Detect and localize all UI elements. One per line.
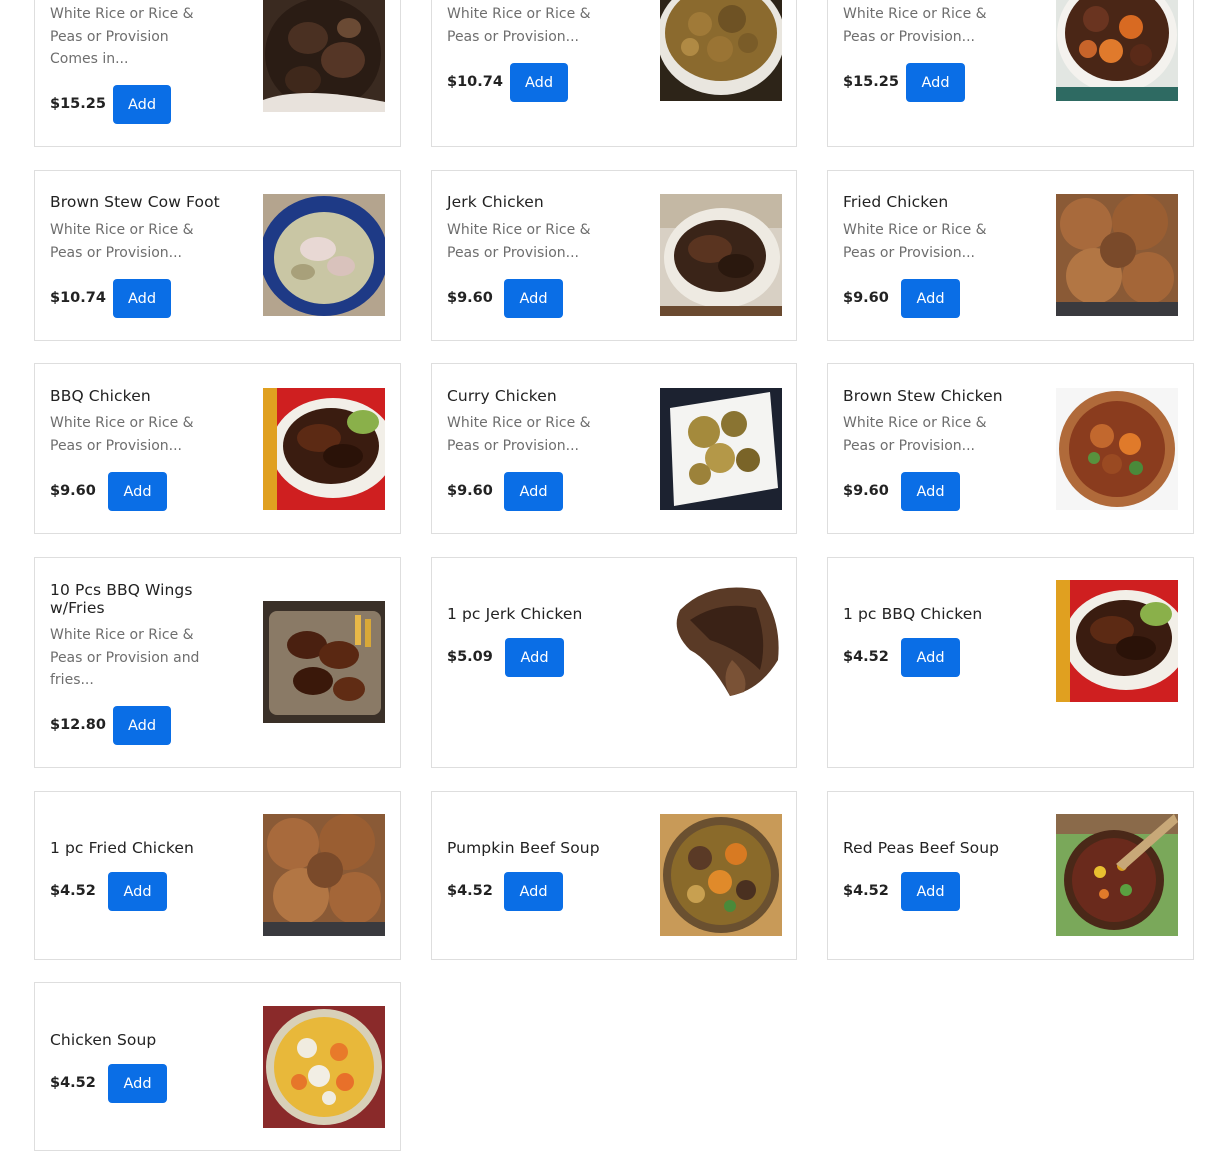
item-description: White Rice or Rice & Peas or Provision..… xyxy=(447,415,591,454)
item-name: Red Peas Beef Soup xyxy=(843,839,1000,857)
menu-item-card[interactable]: 1 pc Fried Chicken $4.52 Add xyxy=(34,791,401,960)
item-name: 1 pc Jerk Chicken xyxy=(447,605,583,623)
add-button[interactable]: Add xyxy=(901,472,960,511)
item-description: White Rice or Rice & Peas or Provision..… xyxy=(843,6,987,45)
menu-item-card[interactable]: White Rice or Rice & Peas or Provision C… xyxy=(34,0,401,147)
food-photo xyxy=(263,388,385,510)
menu-item-card[interactable]: White Rice or Rice & Peas or Provision..… xyxy=(431,0,797,147)
menu-item-card[interactable]: Curry Chicken White Rice or Rice & Peas … xyxy=(431,363,797,534)
item-name: Brown Stew Cow Foot xyxy=(50,193,220,211)
menu-item-card[interactable]: Fried Chicken White Rice or Rice & Peas … xyxy=(827,170,1194,341)
menu-item-card[interactable]: Brown Stew Chicken White Rice or Rice & … xyxy=(827,363,1194,534)
add-button[interactable]: Add xyxy=(901,279,960,318)
item-name: BBQ Chicken xyxy=(50,387,151,405)
item-price: $9.60 xyxy=(447,290,493,306)
item-price: $9.60 xyxy=(50,483,96,499)
item-price: $4.52 xyxy=(843,883,889,899)
food-photo xyxy=(1056,580,1178,702)
item-description: White Rice or Rice & Peas or Provision a… xyxy=(50,627,200,688)
add-button[interactable]: Add xyxy=(510,63,568,102)
add-button[interactable]: Add xyxy=(504,472,563,511)
menu-item-card[interactable]: Jerk Chicken White Rice or Rice & Peas o… xyxy=(431,170,797,341)
menu-item-card[interactable]: Pumpkin Beef Soup $4.52 Add xyxy=(431,791,797,960)
item-name: Chicken Soup xyxy=(50,1031,157,1049)
item-price: $12.80 xyxy=(50,717,106,733)
item-description: White Rice or Rice & Peas or Provision..… xyxy=(843,222,987,261)
food-photo xyxy=(263,601,385,723)
add-button[interactable]: Add xyxy=(108,472,167,511)
add-button[interactable]: Add xyxy=(505,638,564,677)
add-button[interactable]: Add xyxy=(108,1064,167,1103)
menu-item-card[interactable]: 1 pc Jerk Chicken $5.09 Add xyxy=(431,557,797,768)
food-photo xyxy=(1056,0,1178,101)
item-price: $10.74 xyxy=(50,290,106,306)
add-button[interactable]: Add xyxy=(504,279,563,318)
food-photo xyxy=(263,0,385,112)
item-price: $4.52 xyxy=(447,883,493,899)
item-description: White Rice or Rice & Peas or Provision..… xyxy=(447,222,591,261)
item-name: Jerk Chicken xyxy=(447,193,544,211)
food-photo xyxy=(660,580,782,702)
menu-item-card[interactable]: 1 pc BBQ Chicken $4.52 Add xyxy=(827,557,1194,768)
item-price: $4.52 xyxy=(50,883,96,899)
food-photo xyxy=(263,194,385,316)
item-name: 10 Pcs BBQ Wings w/Fries xyxy=(50,581,193,617)
item-description: White Rice or Rice & Peas or Provision C… xyxy=(50,6,194,67)
menu-item-card[interactable]: Brown Stew Cow Foot White Rice or Rice &… xyxy=(34,170,401,341)
add-button[interactable]: Add xyxy=(108,872,167,911)
item-price: $15.25 xyxy=(843,74,899,90)
food-photo xyxy=(660,194,782,316)
item-name: 1 pc BBQ Chicken xyxy=(843,605,983,623)
menu-item-card[interactable]: White Rice or Rice & Peas or Provision..… xyxy=(827,0,1194,147)
food-photo xyxy=(660,814,782,936)
item-name: Fried Chicken xyxy=(843,193,949,211)
item-price: $9.60 xyxy=(843,483,889,499)
menu-item-card[interactable]: 10 Pcs BBQ Wings w/Fries White Rice or R… xyxy=(34,557,401,768)
item-price: $4.52 xyxy=(843,649,889,665)
food-photo xyxy=(1056,194,1178,316)
food-photo xyxy=(1056,814,1178,936)
food-photo xyxy=(1056,388,1178,510)
item-name: Brown Stew Chicken xyxy=(843,387,1003,405)
add-button[interactable]: Add xyxy=(906,63,965,102)
item-price: $4.52 xyxy=(50,1075,96,1091)
item-name: Pumpkin Beef Soup xyxy=(447,839,600,857)
add-button[interactable]: Add xyxy=(504,872,563,911)
menu-item-card[interactable]: Red Peas Beef Soup $4.52 Add xyxy=(827,791,1194,960)
add-button[interactable]: Add xyxy=(113,706,171,745)
menu-item-card[interactable]: Chicken Soup $4.52 Add xyxy=(34,982,401,1151)
add-button[interactable]: Add xyxy=(113,279,171,318)
item-description: White Rice or Rice & Peas or Provision..… xyxy=(843,415,987,454)
item-price: $9.60 xyxy=(447,483,493,499)
food-photo xyxy=(660,388,782,510)
item-name: 1 pc Fried Chicken xyxy=(50,839,194,857)
food-photo xyxy=(263,814,385,936)
item-price: $10.74 xyxy=(447,74,503,90)
item-price: $9.60 xyxy=(843,290,889,306)
item-price: $15.25 xyxy=(50,96,106,112)
food-photo xyxy=(660,0,782,101)
item-description: White Rice or Rice & Peas or Provision..… xyxy=(447,6,591,45)
food-photo xyxy=(263,1006,385,1128)
item-name: Curry Chicken xyxy=(447,387,557,405)
add-button[interactable]: Add xyxy=(901,638,960,677)
add-button[interactable]: Add xyxy=(901,872,960,911)
menu-item-card[interactable]: BBQ Chicken White Rice or Rice & Peas or… xyxy=(34,363,401,534)
item-description: White Rice or Rice & Peas or Provision..… xyxy=(50,415,194,454)
item-price: $5.09 xyxy=(447,649,493,665)
item-description: White Rice or Rice & Peas or Provision..… xyxy=(50,222,194,261)
add-button[interactable]: Add xyxy=(113,85,171,124)
